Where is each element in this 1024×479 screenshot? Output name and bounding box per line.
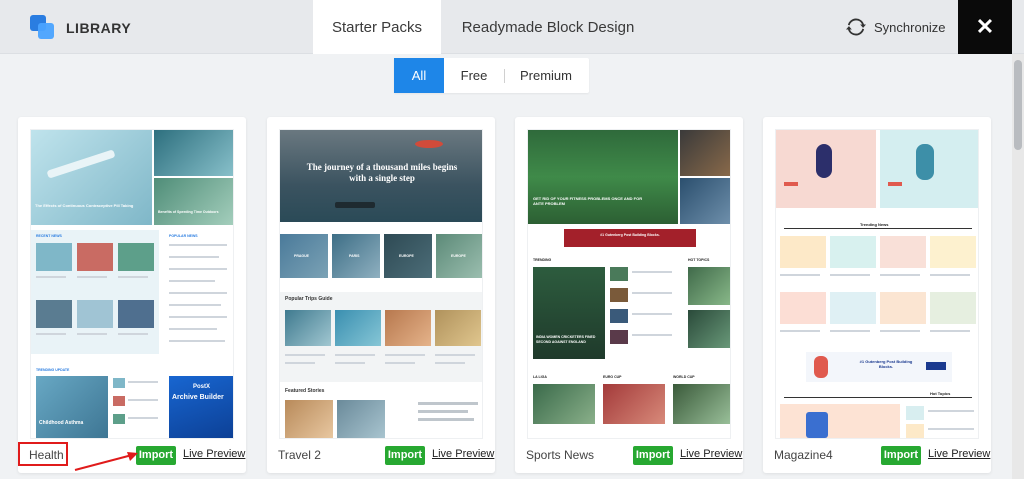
import-button[interactable]: Import — [633, 446, 673, 465]
thumb-ad-text: #1 Gutenberg Post Building Blocks. — [600, 233, 660, 237]
thumb-popular-label: Popular Trips Guide — [285, 296, 333, 302]
thumb-hero-text: GET RID OF YOUR FITNESS PROBLEMS ONCE AN… — [533, 196, 643, 206]
import-button[interactable]: Import — [385, 446, 425, 465]
thumb-label-eurocup: EURO CUP — [603, 375, 622, 379]
thumb-hero1-text: The Effects of Continuous Contraceptive … — [35, 203, 134, 208]
thumb-city-2: EUROPE — [399, 254, 414, 258]
thumb-trending-label: TRENDING — [533, 258, 552, 262]
thumb-popular-label: POPULAR NEWS — [169, 234, 198, 238]
thumb-city-1: PARIS — [349, 254, 360, 258]
annotation-arrow-icon — [74, 452, 138, 471]
thumb-city-0: PRAGUE — [294, 254, 309, 258]
thumb-featured-label: Featured Stories — [285, 388, 325, 394]
synchronize-icon — [846, 18, 866, 36]
import-button[interactable]: Import — [881, 446, 921, 465]
synchronize-button[interactable]: Synchronize — [846, 16, 946, 38]
top-bar: LIBRARY Starter Packs Readymade Block De… — [0, 0, 1024, 54]
thumb-archive-main: Archive Builder — [172, 394, 224, 401]
thumb-childhood-text: Childhood Asthma — [39, 420, 84, 426]
thumb-ad-text: #1 Gutenberg Post Building Blocks. — [859, 359, 913, 369]
card-name: Sports News — [526, 448, 595, 462]
live-preview-link[interactable]: Live Preview — [432, 448, 494, 460]
card-thumbnail[interactable]: The Effects of Continuous Contraceptive … — [30, 129, 234, 439]
thumb-archive-top: PostX — [193, 384, 211, 390]
thumb-trending-label: Trending News — [856, 222, 893, 227]
starter-pack-card-sports-news: GET RID OF YOUR FITNESS PROBLEMS ONCE AN… — [515, 117, 743, 473]
card-thumbnail[interactable]: GET RID OF YOUR FITNESS PROBLEMS ONCE AN… — [527, 129, 731, 439]
starter-pack-card-magazine4: Trending News #1 Gutenberg Post Building… — [763, 117, 991, 473]
live-preview-link[interactable]: Live Preview — [928, 448, 990, 460]
tab-readymade-block-design[interactable]: Readymade Block Design — [448, 0, 648, 54]
thumb-hot-label: HOT TOPICS — [688, 258, 710, 262]
thumb-hero-text: The journey of a thousand miles begins w… — [306, 162, 458, 183]
card-name: Travel 2 — [278, 448, 321, 462]
live-preview-link[interactable]: Live Preview — [183, 448, 245, 460]
starter-pack-card-health: The Effects of Continuous Contraceptive … — [18, 117, 246, 473]
card-thumbnail[interactable]: Trending News #1 Gutenberg Post Building… — [775, 129, 979, 439]
thumb-city-3: EUROPE — [451, 254, 466, 258]
filter-segmented-control: All Free Premium — [394, 58, 589, 93]
import-button[interactable]: Import — [136, 446, 176, 465]
library-title: LIBRARY — [66, 20, 132, 36]
tab-starter-packs[interactable]: Starter Packs — [313, 0, 441, 54]
live-preview-link[interactable]: Live Preview — [680, 448, 742, 460]
starter-pack-card-travel-2: The journey of a thousand miles begins w… — [267, 117, 495, 473]
thumb-hot-label: Hot Topics — [926, 391, 955, 396]
thumb-hero2-text: Benefits of Speeding Time Outdoors — [158, 210, 219, 214]
filter-all[interactable]: All — [394, 58, 444, 93]
card-thumbnail[interactable]: The journey of a thousand miles begins w… — [279, 129, 483, 439]
thumb-label-laliga: LA LIGA — [533, 375, 547, 379]
thumb-label-worldcup: WORLD CUP — [673, 375, 695, 379]
library-logo-icon — [30, 15, 56, 41]
filter-premium[interactable]: Premium — [505, 58, 587, 93]
thumb-recent-label: RECENT NEWS — [36, 234, 62, 238]
close-button[interactable]: ✕ — [958, 0, 1012, 54]
scrollbar[interactable] — [1012, 54, 1024, 479]
synchronize-label: Synchronize — [874, 19, 946, 35]
health-highlight-box — [18, 442, 68, 466]
thumb-trending-label: TRENDING UPDATE — [36, 368, 70, 372]
card-name: Magazine4 — [774, 448, 833, 462]
thumb-story-text: INDIA WOMEN CRICKETERS FINED SECOND AGAI… — [536, 335, 596, 344]
filter-free[interactable]: Free — [444, 58, 504, 93]
scrollbar-thumb[interactable] — [1014, 60, 1022, 150]
close-icon: ✕ — [975, 14, 995, 39]
